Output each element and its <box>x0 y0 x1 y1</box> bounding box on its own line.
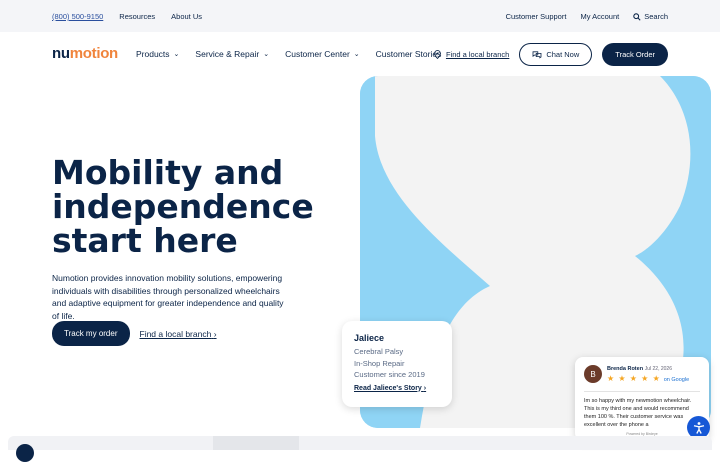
nav-item-label: Service & Repair <box>195 49 260 59</box>
about-link[interactable]: About Us <box>171 12 202 21</box>
utility-bar: (800) 500-9150 Resources About Us Custom… <box>0 0 720 32</box>
next-section-tab <box>213 436 299 450</box>
nav-item-customer-center[interactable]: Customer Center ⌄ <box>285 49 360 59</box>
nav-item-label: Customer Stories <box>375 49 442 59</box>
chat-icon <box>532 50 542 59</box>
customer-story-card: Jaliece Cerebral Palsy In-Shop Repair Cu… <box>342 321 452 407</box>
main-nav: numotion Products ⌄ Service & Repair ⌄ Cus… <box>0 32 720 76</box>
customer-support-link[interactable]: Customer Support <box>506 12 567 21</box>
hero-description: Numotion provides innovation mobility so… <box>52 273 284 321</box>
find-branch-label: Find a local branch <box>445 50 510 59</box>
logo-nu: nu <box>52 45 70 62</box>
chevron-down-icon: ⌄ <box>173 51 180 58</box>
logo[interactable]: numotion <box>52 45 118 62</box>
track-my-order-button[interactable]: Track my order <box>52 321 130 346</box>
nav-item-customer-stories[interactable]: Customer Stories <box>376 49 442 59</box>
star-rating: ★ ★ ★ ★ ★ <box>607 374 661 383</box>
review-date: Jul 22, 2026 <box>644 366 672 372</box>
hero-find-branch-link[interactable]: Find a local branch › <box>140 329 217 339</box>
search-icon <box>633 12 641 21</box>
nav-item-service-repair[interactable]: Service & Repair ⌄ <box>195 49 269 59</box>
search-button[interactable]: Search <box>633 12 668 21</box>
hero-title-line: Mobility and <box>52 153 284 192</box>
nav-menu: Products ⌄ Service & Repair ⌄ Customer Cen… <box>136 49 441 59</box>
avatar: B <box>584 365 602 383</box>
my-account-link[interactable]: My Account <box>580 12 619 21</box>
find-branch-link[interactable]: Find a local branch <box>434 50 509 59</box>
chevron-right-icon: › <box>213 328 217 339</box>
phone-link[interactable]: (800) 500-9150 <box>52 12 103 21</box>
logo-motion: motion <box>69 45 119 62</box>
customer-condition: Cerebral Palsy <box>354 347 404 356</box>
hero-title: Mobility and independence start here <box>52 156 352 258</box>
accessibility-icon <box>693 421 704 434</box>
search-label: Search <box>644 12 668 21</box>
location-pin-icon <box>434 50 441 59</box>
read-story-link[interactable]: Read Jaliece's Story › <box>354 385 440 392</box>
customer-service: In-Shop Repair <box>354 358 405 368</box>
review-text: Im so happy with my newmotion wheelchair… <box>584 398 692 428</box>
chat-now-button[interactable]: Chat Now <box>519 43 593 66</box>
nav-item-products[interactable]: Products ⌄ <box>136 49 179 59</box>
customer-since: Customer since 2019 <box>354 370 425 379</box>
review-source: on Google <box>663 377 690 383</box>
resources-link[interactable]: Resources <box>119 12 155 21</box>
chat-now-label: Chat Now <box>546 50 580 59</box>
nav-item-label: Customer Center <box>285 49 350 59</box>
hero-title-line: start here <box>52 221 238 260</box>
nav-item-label: Products <box>136 49 170 59</box>
hero-find-branch-label: Find a local branch <box>139 328 212 339</box>
chevron-down-icon: ⌄ <box>263 51 270 58</box>
reviewer-name: Brenda Roten <box>607 366 644 372</box>
chevron-right-icon: › <box>423 384 427 392</box>
read-story-label: Read Jaliece's Story <box>354 384 422 392</box>
divider <box>584 391 700 392</box>
next-section-preview <box>8 436 712 450</box>
next-section-icon <box>16 444 34 462</box>
hero-title-line: independence <box>52 187 314 226</box>
customer-name: Jaliece <box>354 333 385 343</box>
chevron-down-icon: ⌄ <box>353 51 360 58</box>
track-order-button[interactable]: Track Order <box>602 43 668 66</box>
